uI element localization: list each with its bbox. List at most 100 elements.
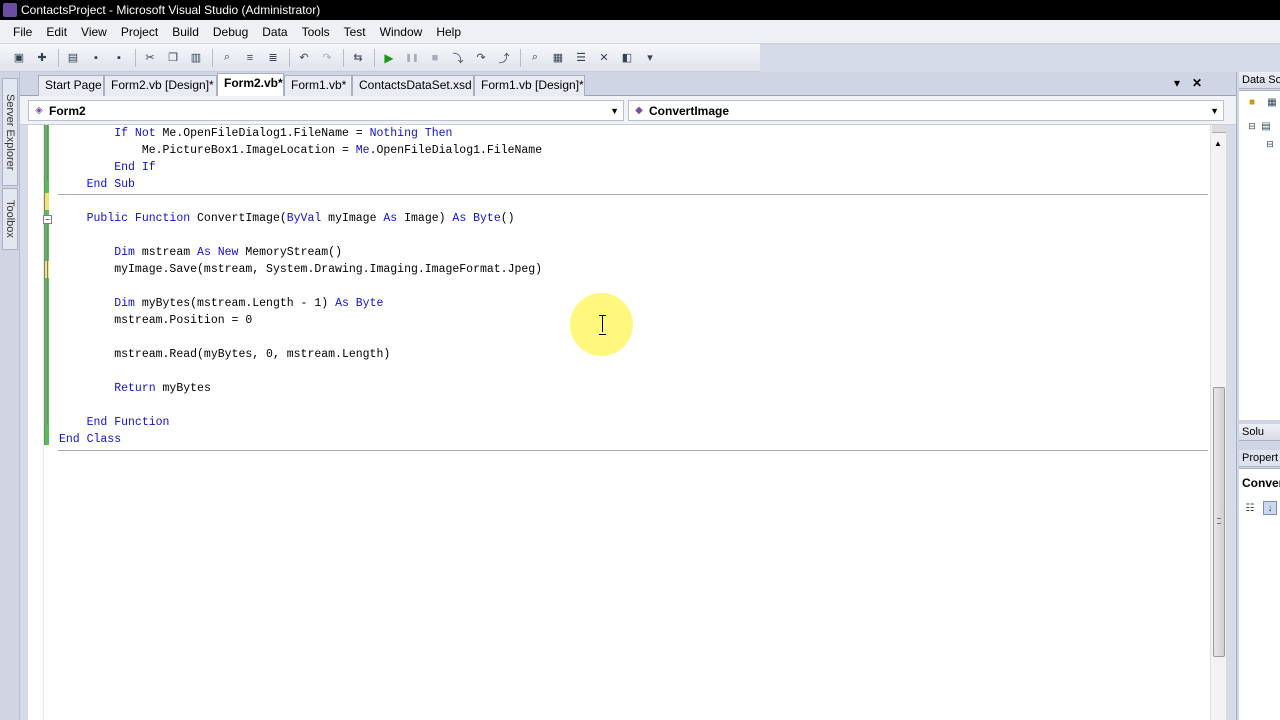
tab-form2-vb[interactable]: Form2.vb* xyxy=(217,73,284,96)
toolbar-separator xyxy=(343,48,344,67)
visual-studio-icon xyxy=(3,3,17,17)
cut-icon[interactable]: ✂ xyxy=(141,49,159,67)
class-icon: ◈ xyxy=(35,105,43,116)
unsaved-change-bar xyxy=(45,193,49,210)
code-line[interactable]: mstream.Read(myBytes, 0, mstream.Length) xyxy=(59,346,390,363)
tab-form2-vb-design[interactable]: Form2.vb [Design]* xyxy=(104,75,217,96)
more-icon[interactable]: ▾ xyxy=(641,49,659,67)
menu-item-debug[interactable]: Debug xyxy=(206,20,255,44)
method-name-combo[interactable]: ◆ ConvertImage ▼ xyxy=(628,100,1224,121)
menu-item-project[interactable]: Project xyxy=(114,20,165,44)
menu-item-tools[interactable]: Tools xyxy=(295,20,337,44)
code-line[interactable]: End Function xyxy=(59,414,170,431)
menu-item-edit[interactable]: Edit xyxy=(39,20,74,44)
start-debugging-icon[interactable]: ▶ xyxy=(380,49,398,67)
code-line[interactable]: myImage.Save(mstream, System.Drawing.Ima… xyxy=(59,261,542,278)
menu-item-window[interactable]: Window xyxy=(373,20,430,44)
right-tool-panel: Data So ■ ▦ ⊟ ▤ ⊟ Solu Propert Conver ☷ … xyxy=(1236,72,1280,720)
code-line[interactable]: Public Function ConvertImage(ByVal myIma… xyxy=(59,210,515,227)
copy-icon[interactable]: ❐ xyxy=(164,49,182,67)
class-name-combo[interactable]: ◈ Form2 ▼ xyxy=(28,100,624,121)
code-line[interactable]: If Not Me.OpenFileDialog1.FileName = Not… xyxy=(59,125,452,142)
scroll-thumb[interactable] xyxy=(1213,387,1225,657)
comment-icon[interactable]: ≡ xyxy=(241,49,259,67)
code-keyword: End If xyxy=(114,161,156,174)
scroll-up-icon[interactable]: ▲ xyxy=(1214,139,1222,148)
paste-icon[interactable]: ▥ xyxy=(187,49,205,67)
code-line[interactable]: Me.PictureBox1.ImageLocation = Me.OpenFi… xyxy=(59,142,542,159)
code-line[interactable]: End If xyxy=(59,159,156,176)
object-browser-icon[interactable]: ◧ xyxy=(618,49,636,67)
new-project-icon[interactable]: ▣ xyxy=(10,49,28,67)
code-text: () xyxy=(500,212,515,225)
tab-form1-vb[interactable]: Form1.vb* xyxy=(284,75,352,96)
code-keyword: Dim xyxy=(114,246,142,259)
step-out-icon[interactable]: ⤴ xyxy=(495,49,513,67)
redo-icon[interactable]: ↷ xyxy=(318,49,336,67)
dataset-icon: ▤ xyxy=(1261,120,1271,132)
server-explorer-tab[interactable]: Server Explorer xyxy=(2,78,18,186)
undo-icon[interactable]: ↶ xyxy=(295,49,313,67)
menu-item-file[interactable]: File xyxy=(6,20,39,44)
solution-explorer-icon[interactable]: ▦ xyxy=(549,49,567,67)
collapse-region-icon[interactable]: − xyxy=(43,215,52,224)
properties-header[interactable]: Propert xyxy=(1239,450,1280,467)
code-editor[interactable]: − If Not Me.OpenFileDialog1.FileName = N… xyxy=(28,125,1210,720)
outline-guide xyxy=(47,225,48,425)
break-all-icon[interactable]: ❚❚ xyxy=(403,49,421,67)
code-line[interactable]: Dim mstream As New MemoryStream() xyxy=(59,244,342,261)
expand-node-icon[interactable]: ⊟ xyxy=(1245,119,1259,133)
code-keyword: End Class xyxy=(59,433,122,446)
toolbar-separator xyxy=(520,48,521,67)
stop-icon[interactable]: ■ xyxy=(426,49,444,67)
step-over-icon[interactable]: ↷ xyxy=(472,49,490,67)
solution-explorer-header[interactable]: Solu xyxy=(1239,424,1280,441)
close-document-icon[interactable]: ✕ xyxy=(1192,76,1202,90)
menu-item-help[interactable]: Help xyxy=(429,20,468,44)
code-line[interactable]: Return myBytes xyxy=(59,380,211,397)
code-keyword: As New xyxy=(197,246,246,259)
open-file-icon[interactable]: ▤ xyxy=(64,49,82,67)
add-data-source-icon[interactable]: ■ xyxy=(1245,95,1259,109)
step-into-icon[interactable]: ⤵ xyxy=(449,49,467,67)
save-all-icon[interactable]: ▪ xyxy=(110,49,128,67)
tab-start-page[interactable]: Start Page xyxy=(38,75,104,96)
tab-list-dropdown-icon[interactable]: ▾ xyxy=(1174,76,1180,90)
data-sources-header[interactable]: Data So xyxy=(1239,72,1280,89)
find-in-files-icon[interactable]: ⌕ xyxy=(526,49,544,67)
code-keyword: As xyxy=(383,212,405,225)
menu-item-test[interactable]: Test xyxy=(337,20,373,44)
class-name-value: Form2 xyxy=(49,103,86,118)
toolbar-separator xyxy=(374,48,375,67)
code-line[interactable]: Dim myBytes(mstream.Length - 1) As Byte xyxy=(59,295,383,312)
properties-icon[interactable]: ☰ xyxy=(572,49,590,67)
toolbox-tab[interactable]: Toolbox xyxy=(2,188,18,250)
uncomment-icon[interactable]: ≣ xyxy=(264,49,282,67)
code-keyword: If Not xyxy=(114,127,163,140)
code-line[interactable]: End Sub xyxy=(59,176,135,193)
add-item-icon[interactable]: ✚ xyxy=(33,49,51,67)
menu-item-build[interactable]: Build xyxy=(165,20,206,44)
code-line[interactable]: mstream.Position = 0 xyxy=(59,312,252,329)
menu-item-data[interactable]: Data xyxy=(255,20,294,44)
vertical-scrollbar[interactable]: ▲ xyxy=(1210,125,1226,720)
navigate-icon[interactable]: ⇆ xyxy=(349,49,367,67)
properties-object-name: Conver xyxy=(1242,476,1280,490)
configure-icon[interactable]: ▦ xyxy=(1265,95,1279,109)
code-keyword: Nothing Then xyxy=(369,127,453,140)
categorized-icon[interactable]: ☷ xyxy=(1243,501,1257,515)
tab-contactsdataset-xsd[interactable]: ContactsDataSet.xsd xyxy=(352,75,474,96)
splitter-handle[interactable] xyxy=(1212,125,1226,133)
menu-item-view[interactable]: View xyxy=(74,20,114,44)
tab-form1-vb-design[interactable]: Form1.vb [Design]* xyxy=(474,75,585,96)
save-icon[interactable]: ▪ xyxy=(87,49,105,67)
code-line[interactable]: End Class xyxy=(59,431,121,448)
find-icon[interactable]: ⌕ xyxy=(218,49,236,67)
expand-node-icon[interactable]: ⊟ xyxy=(1263,137,1277,151)
indicator-margin xyxy=(28,125,44,720)
server-explorer-label: Server Explorer xyxy=(4,93,16,171)
alphabetical-icon[interactable]: ↓ xyxy=(1263,501,1277,515)
code-keyword: As Byte xyxy=(335,297,384,310)
code-text: myBytes(mstream.Length - 1) xyxy=(141,297,336,310)
toolbox-icon[interactable]: ✕ xyxy=(595,49,613,67)
